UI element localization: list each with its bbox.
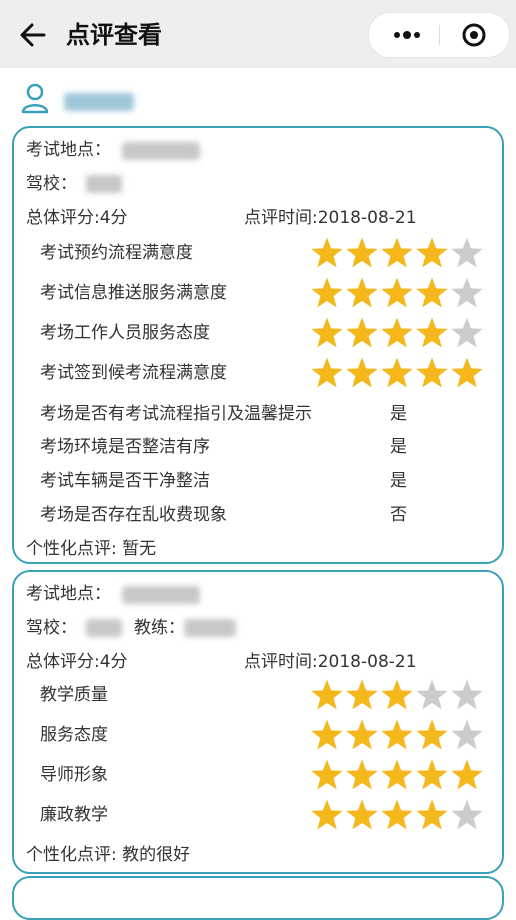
star-filled-icon bbox=[381, 679, 413, 710]
star-filled-icon bbox=[416, 317, 448, 348]
star-filled-icon bbox=[311, 719, 343, 750]
rating-label: 服务态度 bbox=[40, 725, 108, 745]
review-time: 点评时间:2018-08-21 bbox=[244, 208, 417, 228]
star-filled-icon bbox=[416, 759, 448, 790]
rating-label: 考场工作人员服务态度 bbox=[40, 323, 210, 343]
star-filled-icon bbox=[416, 719, 448, 750]
star-filled-icon bbox=[311, 759, 343, 790]
rating-label: 考试信息推送服务满意度 bbox=[40, 283, 227, 303]
location-label: 考试地点： bbox=[26, 584, 111, 604]
star-filled-icon bbox=[311, 237, 343, 268]
star-rating bbox=[311, 679, 483, 710]
user-name-redacted bbox=[64, 93, 134, 111]
school-label: 驾校： bbox=[26, 618, 77, 638]
school-redacted bbox=[86, 619, 122, 637]
star-filled-icon bbox=[311, 357, 343, 388]
star-filled-icon bbox=[451, 759, 483, 790]
school-label: 驾校： bbox=[26, 174, 77, 194]
star-empty-icon bbox=[451, 799, 483, 830]
page-title: 点评查看 bbox=[66, 21, 162, 49]
star-filled-icon bbox=[381, 799, 413, 830]
review-time: 点评时间:2018-08-21 bbox=[244, 652, 417, 672]
coach-redacted bbox=[184, 619, 236, 637]
star-filled-icon bbox=[346, 237, 378, 268]
star-rating bbox=[311, 759, 483, 790]
star-filled-icon bbox=[311, 317, 343, 348]
location-label: 考试地点： bbox=[26, 140, 111, 160]
star-rating bbox=[311, 719, 483, 750]
question-label: 考场是否存在乱收费现象 bbox=[40, 505, 227, 525]
star-filled-icon bbox=[346, 799, 378, 830]
star-rating bbox=[311, 317, 483, 348]
star-filled-icon bbox=[416, 799, 448, 830]
star-rating bbox=[311, 799, 483, 830]
star-empty-icon bbox=[451, 317, 483, 348]
star-empty-icon bbox=[451, 679, 483, 710]
school-review-card: 考试地点： 驾校： 教练： 总体评分:4分 点评时间:2018-08-21 教学… bbox=[12, 570, 504, 874]
rating-label: 考试预约流程满意度 bbox=[40, 243, 193, 263]
personal-comment: 个性化点评: 暂无 bbox=[26, 539, 157, 559]
personal-comment: 个性化点评: 教的很好 bbox=[26, 845, 191, 865]
star-filled-icon bbox=[416, 277, 448, 308]
question-answer: 是 bbox=[390, 404, 407, 424]
star-rating bbox=[311, 277, 483, 308]
star-filled-icon bbox=[311, 679, 343, 710]
star-filled-icon bbox=[381, 759, 413, 790]
user-icon bbox=[21, 83, 49, 114]
star-empty-icon bbox=[451, 237, 483, 268]
review-card-partial bbox=[12, 876, 504, 920]
question-answer: 否 bbox=[390, 505, 407, 525]
star-filled-icon bbox=[346, 759, 378, 790]
star-filled-icon bbox=[346, 679, 378, 710]
star-filled-icon bbox=[381, 277, 413, 308]
star-filled-icon bbox=[346, 317, 378, 348]
star-filled-icon bbox=[311, 277, 343, 308]
star-filled-icon bbox=[416, 237, 448, 268]
rating-label: 考试签到候考流程满意度 bbox=[40, 363, 227, 383]
star-filled-icon bbox=[381, 719, 413, 750]
question-label: 考场环境是否整洁有序 bbox=[40, 437, 210, 457]
overall-score: 总体评分:4分 bbox=[26, 652, 128, 672]
coach-label: 教练： bbox=[134, 618, 185, 638]
star-filled-icon bbox=[346, 357, 378, 388]
star-filled-icon bbox=[346, 719, 378, 750]
capsule-divider bbox=[439, 25, 440, 45]
question-answer: 是 bbox=[390, 437, 407, 457]
star-filled-icon bbox=[346, 277, 378, 308]
location-redacted bbox=[122, 586, 200, 604]
star-rating bbox=[311, 357, 483, 388]
star-rating bbox=[311, 237, 483, 268]
star-filled-icon bbox=[381, 237, 413, 268]
star-empty-icon bbox=[451, 277, 483, 308]
star-filled-icon bbox=[381, 317, 413, 348]
nav-bar: 点评查看 bbox=[0, 0, 516, 68]
rating-label: 教学质量 bbox=[40, 685, 108, 705]
close-mini-program-icon[interactable] bbox=[459, 21, 489, 49]
star-filled-icon bbox=[451, 357, 483, 388]
question-label: 考试车辆是否干净整洁 bbox=[40, 471, 210, 491]
school-redacted bbox=[86, 175, 122, 193]
question-answer: 是 bbox=[390, 471, 407, 491]
star-filled-icon bbox=[311, 799, 343, 830]
star-filled-icon bbox=[381, 357, 413, 388]
more-dots-icon[interactable] bbox=[389, 21, 425, 49]
question-label: 考场是否有考试流程指引及温馨提示 bbox=[40, 404, 312, 424]
back-arrow-icon[interactable] bbox=[18, 20, 48, 50]
star-empty-icon bbox=[416, 679, 448, 710]
rating-label: 廉政教学 bbox=[40, 805, 108, 825]
overall-score: 总体评分:4分 bbox=[26, 208, 128, 228]
exam-review-card: 考试地点： 驾校： 总体评分:4分 点评时间:2018-08-21 考试预约流程… bbox=[12, 126, 504, 564]
mini-program-capsule bbox=[368, 12, 510, 58]
location-redacted bbox=[122, 142, 200, 160]
star-empty-icon bbox=[451, 719, 483, 750]
star-filled-icon bbox=[416, 357, 448, 388]
rating-label: 导师形象 bbox=[40, 765, 108, 785]
